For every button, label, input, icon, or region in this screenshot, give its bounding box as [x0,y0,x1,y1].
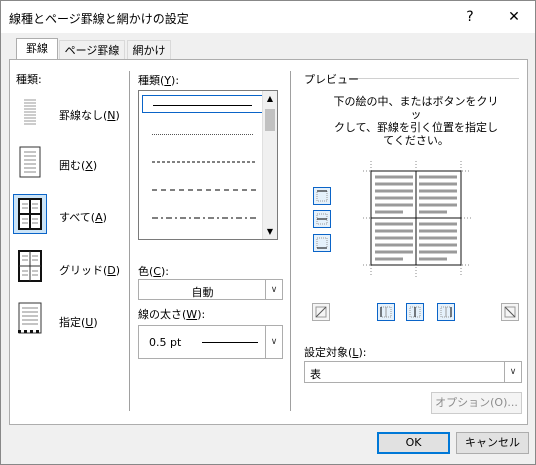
line-style-fine-dash[interactable] [142,153,263,171]
setting-grid-label: グリッド(D) [59,264,121,277]
scroll-down-icon[interactable]: ▼ [263,224,277,239]
style-label: 種類(Y): [138,74,180,87]
scroll-up-icon[interactable]: ▲ [263,91,277,106]
diagonal-down-toggle[interactable] [501,303,519,321]
window-title: 線種とページ罫線と網かけの設定 [9,12,189,26]
border-inside-vertical-icon [409,306,421,318]
diagonal-up-toggle[interactable] [312,303,330,321]
setting-none-button[interactable] [13,92,47,132]
chevron-down-icon[interactable]: ∨ [265,326,282,358]
borders-and-shading-dialog: 線種とページ罫線と網かけの設定 ? ✕ 罫線 ページ罫線 網かけ 種類: 罫線な… [0,0,536,465]
border-left-toggle[interactable] [377,303,395,321]
setting-custom-label: 指定(U) [59,316,98,329]
preview-table[interactable] [363,161,471,277]
apply-to-value: 表 [310,368,321,381]
color-dropdown[interactable]: 自動 ∨ [138,279,283,300]
scroll-thumb[interactable] [265,109,275,131]
setting-all-button[interactable] [13,194,47,234]
line-style-dash-dot[interactable] [142,209,263,227]
instructions-line-2: クして、罫線を引く位置を指定し [333,121,499,134]
line-style-dashed[interactable] [142,181,263,199]
ok-button[interactable]: OK [377,432,450,454]
chevron-down-icon[interactable]: ∨ [265,280,282,299]
cancel-button[interactable]: キャンセル [456,432,529,454]
border-top-icon [316,190,328,202]
instructions-line-1: 下の絵の中、またはボタンをクリッ [333,95,499,121]
help-button[interactable]: ? [458,7,482,27]
preview-instructions: 下の絵の中、またはボタンをクリッ クして、罫線を引く位置を指定し てください。 [331,95,501,147]
preview-legend: プレビュー [304,73,359,86]
width-label: 線の太さ(W): [138,308,206,321]
dotted-line [152,134,253,135]
setting-box-icon [19,146,41,178]
separator-right [290,71,291,411]
preview-group-line [349,78,519,79]
border-bottom-toggle[interactable] [313,234,331,252]
setting-none-icon [24,99,36,125]
diagonal-up-icon [315,306,327,318]
border-inside-horizontal-toggle[interactable] [313,210,331,228]
tab-borders[interactable]: 罫線 [16,38,58,60]
setting-custom-icon [18,302,42,334]
setting-custom-button[interactable] [13,298,47,338]
chevron-down-icon[interactable]: ∨ [504,362,521,382]
setting-grid-icon [18,250,42,282]
width-value: 0.5 pt [149,336,182,349]
line-style-list[interactable]: ▲ ▼ [138,90,278,240]
separator-left [129,71,130,411]
apply-to-dropdown[interactable]: 表 ∨ [304,361,522,383]
width-sample-line [202,342,258,343]
setting-box-label: 囲む(X) [59,159,98,172]
setting-none-label: 罫線なし(N) [59,109,120,122]
diagonal-down-icon [504,306,516,318]
tab-page-border[interactable]: ページ罫線 [59,40,125,60]
title-bar: 線種とページ罫線と網かけの設定 ? ✕ [1,1,535,33]
line-style-solid[interactable] [142,95,263,113]
setting-box-button[interactable] [13,142,47,182]
color-value: 自動 [191,286,214,299]
line-style-dotted[interactable] [142,125,263,143]
setting-heading: 種類: [16,73,42,86]
border-inside-horizontal-icon [316,213,328,225]
width-dropdown[interactable]: 0.5 pt ∨ [138,325,283,359]
solid-line [153,105,252,106]
border-right-icon [440,306,452,318]
border-bottom-icon [316,237,328,249]
instructions-line-3: てください。 [383,134,449,147]
border-top-toggle[interactable] [313,187,331,205]
tab-shading[interactable]: 網かけ [127,40,171,60]
setting-all-icon [18,198,42,230]
fine-dash-line [152,161,256,163]
border-right-toggle[interactable] [437,303,455,321]
border-left-icon [380,306,392,318]
close-button[interactable]: ✕ [502,7,526,27]
dashed-line [152,189,256,191]
color-label: 色(C): [138,265,169,278]
apply-to-label: 設定対象(L): [304,346,367,359]
setting-all-label: すべて(A) [59,211,107,224]
options-button[interactable]: オプション(O)... [431,392,522,414]
line-style-scrollbar[interactable]: ▲ ▼ [262,91,277,239]
border-inside-vertical-toggle[interactable] [406,303,424,321]
setting-grid-button[interactable] [13,246,47,286]
dash-dot-line [152,217,256,219]
